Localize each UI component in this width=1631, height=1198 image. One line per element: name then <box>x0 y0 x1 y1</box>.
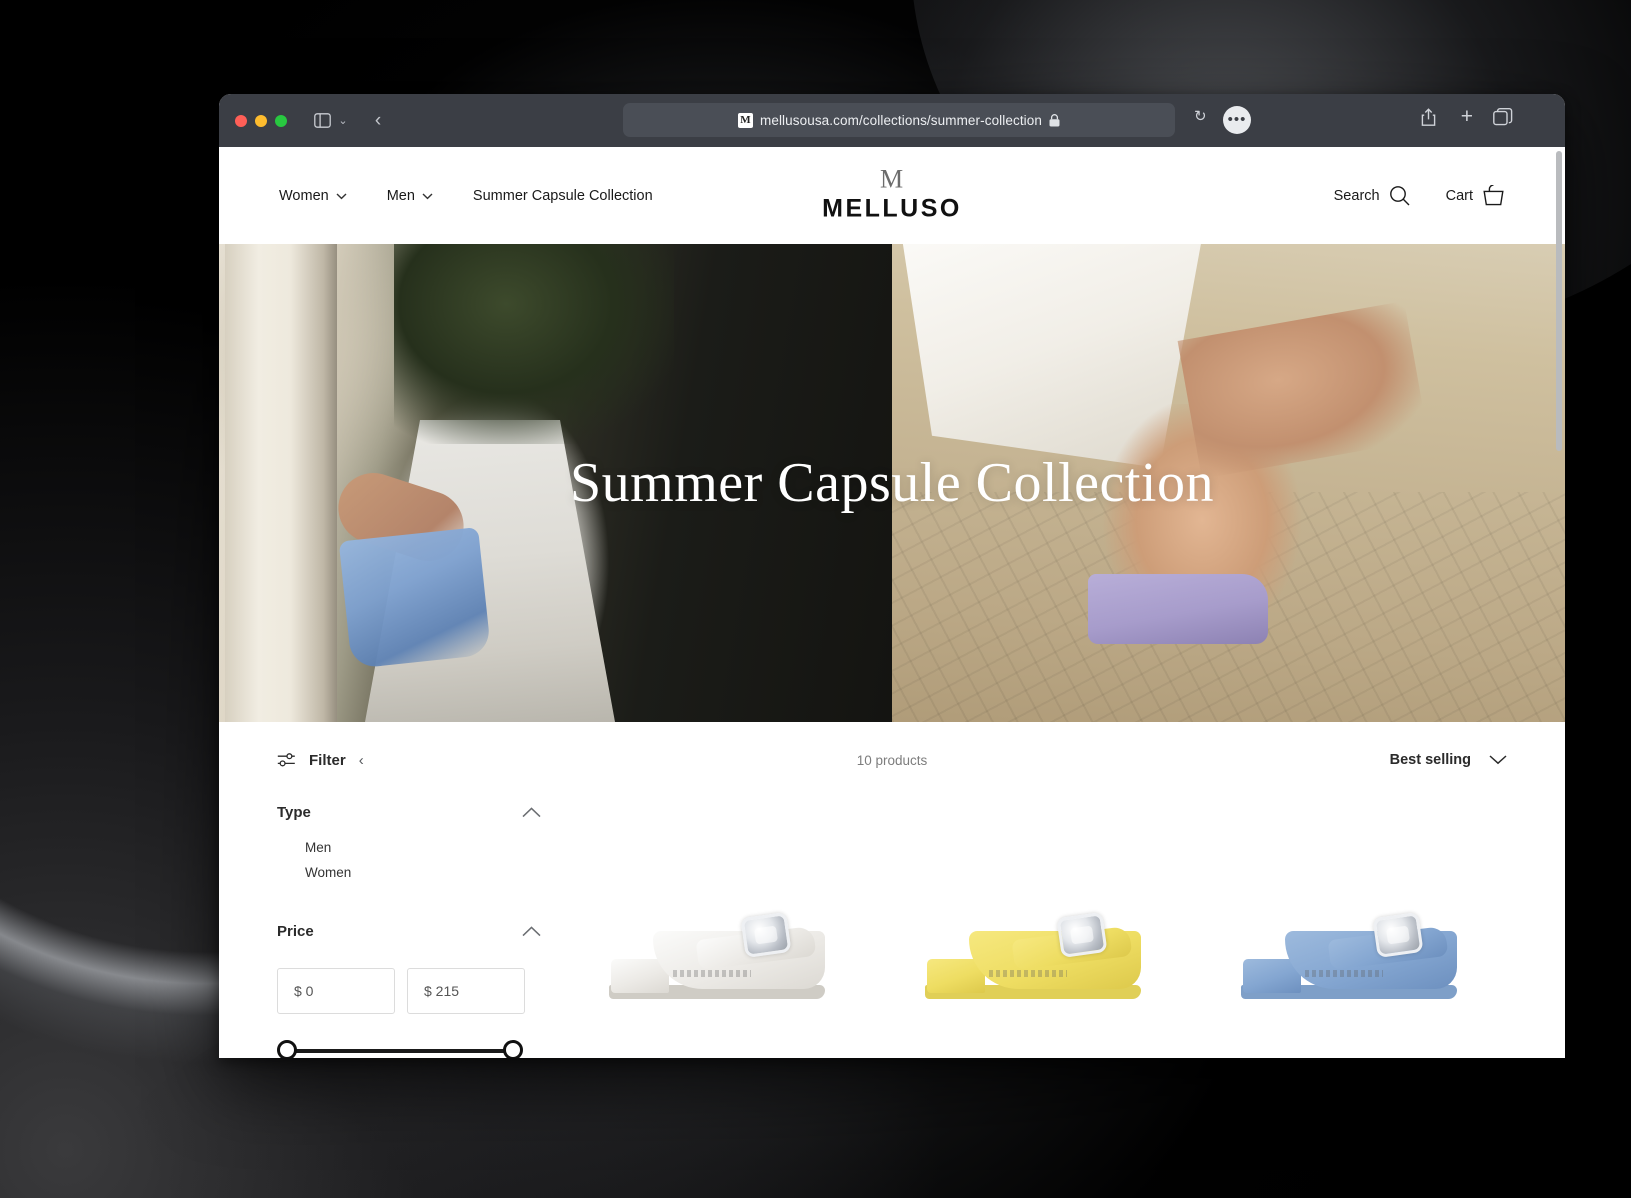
filter-toggle-button[interactable]: Filter ‹ <box>277 752 364 769</box>
nav-label: Women <box>279 187 329 204</box>
chevron-down-icon <box>336 193 347 200</box>
reload-icon[interactable]: ↻ <box>1194 107 1207 125</box>
browser-window: ⌄ ‹ M mellusousa.com/collections/summer-… <box>219 94 1565 1058</box>
filter-label: Filter <box>309 751 346 769</box>
shoe-logo <box>673 970 751 977</box>
shoe-crystal-buckle <box>740 911 792 959</box>
price-inputs: $ 0 $ 215 <box>277 968 541 1014</box>
url-text: mellusousa.com/collections/summer-collec… <box>760 112 1042 128</box>
share-icon[interactable] <box>1420 108 1437 127</box>
close-window-button[interactable] <box>235 114 247 127</box>
slider-track <box>286 1049 514 1053</box>
filter-option-men[interactable]: Men <box>277 835 541 860</box>
chevron-down-icon <box>422 193 433 200</box>
cart-label: Cart <box>1445 187 1473 204</box>
product-card-white-flat-sandal[interactable] <box>567 802 875 1058</box>
address-bar[interactable]: M mellusousa.com/collections/summer-coll… <box>623 103 1175 137</box>
lock-icon <box>1049 113 1060 127</box>
price-max-input[interactable]: $ 215 <box>407 968 525 1014</box>
shoe-crystal-buckle <box>1056 911 1108 959</box>
hero-title: Summer Capsule Collection <box>570 452 1214 514</box>
sidebar-icon[interactable] <box>309 108 335 134</box>
nav-item-summer-capsule-collection[interactable]: Summer Capsule Collection <box>473 188 653 204</box>
search-label: Search <box>1333 187 1380 204</box>
nav-label: Men <box>386 187 415 204</box>
maximize-window-button[interactable] <box>275 114 287 127</box>
minimize-window-button[interactable] <box>255 114 267 127</box>
chevron-up-icon[interactable] <box>522 926 541 937</box>
filter-option-women[interactable]: Women <box>277 860 541 885</box>
shoe-logo <box>989 970 1067 977</box>
shoe-crystal-buckle <box>1372 911 1424 959</box>
hero-blue-sandals <box>338 527 492 669</box>
nav-label: Summer Capsule Collection <box>472 187 653 204</box>
slider-handle-min[interactable] <box>277 1040 297 1058</box>
collection-body: Type Men Women Price $ 0 $ 215 <box>219 798 1565 1058</box>
collapse-chevron-left-icon[interactable]: ‹ <box>359 752 364 769</box>
main-navigation: Women Men Summer Capsule Collection <box>279 188 693 204</box>
cart-button[interactable]: Cart <box>1445 184 1505 207</box>
nav-item-men[interactable]: Men <box>387 188 433 204</box>
filter-group-title: Type <box>277 804 311 821</box>
collection-toolbar: Filter ‹ 10 products Best selling <box>219 722 1565 798</box>
search-icon <box>1389 185 1410 206</box>
cart-icon <box>1482 184 1505 207</box>
product-grid <box>567 798 1507 1058</box>
chevron-up-icon[interactable] <box>522 807 541 818</box>
filter-sliders-icon <box>277 752 296 768</box>
page-scrollbar[interactable] <box>1556 151 1562 451</box>
hero-lilac-shoe <box>1088 574 1268 644</box>
header-actions: Search Cart <box>1334 184 1505 207</box>
plus-icon[interactable]: + <box>1461 106 1473 127</box>
search-button[interactable]: Search <box>1334 185 1410 206</box>
nav-item-women[interactable]: Women <box>279 188 347 204</box>
sort-dropdown[interactable]: Best selling <box>1390 752 1507 768</box>
product-image <box>601 897 841 1007</box>
chevron-down-icon <box>1489 755 1507 765</box>
page-viewport: Women Men Summer Capsule Collection M ME… <box>219 147 1565 1058</box>
site-header: Women Men Summer Capsule Collection M ME… <box>219 147 1565 244</box>
brand-logo[interactable]: M MELLUSO <box>822 163 962 223</box>
filter-group-header[interactable]: Price <box>277 917 541 954</box>
desktop-background: ⌄ ‹ M mellusousa.com/collections/summer-… <box>0 0 1631 1198</box>
sidebar-chevron-down-icon[interactable]: ⌄ <box>335 108 351 134</box>
product-image <box>917 897 1157 1007</box>
price-range-slider[interactable] <box>277 1040 523 1058</box>
filter-group-price: Price $ 0 $ 215 <box>277 917 541 1058</box>
filter-group-title: Price <box>277 923 314 940</box>
product-card-yellow-flat-sandal[interactable] <box>883 802 1191 1058</box>
browser-toolbar: ⌄ ‹ M mellusousa.com/collections/summer-… <box>219 94 1565 147</box>
shoe-logo <box>1305 970 1383 977</box>
price-min-input[interactable]: $ 0 <box>277 968 395 1014</box>
brand-name: MELLUSO <box>822 194 962 223</box>
hero-banner: Summer Capsule Collection <box>219 244 1565 722</box>
product-card-blue-flat-sandal[interactable] <box>1199 802 1507 1058</box>
filters-panel: Type Men Women Price $ 0 $ 215 <box>277 798 567 1058</box>
sort-value: Best selling <box>1389 752 1471 768</box>
site-favicon: M <box>738 112 753 128</box>
filter-group-header[interactable]: Type <box>277 798 541 835</box>
brand-monogram-icon: M <box>879 163 905 193</box>
filter-group-type: Type Men Women <box>277 798 541 885</box>
window-controls[interactable] <box>235 114 287 127</box>
product-count: 10 products <box>856 752 928 768</box>
more-options-icon[interactable]: ••• <box>1223 106 1251 134</box>
back-chevron-icon[interactable]: ‹ <box>365 108 391 134</box>
tab-overview-icon[interactable] <box>1493 108 1513 126</box>
product-image <box>1233 897 1473 1007</box>
slider-handle-max[interactable] <box>503 1040 523 1058</box>
